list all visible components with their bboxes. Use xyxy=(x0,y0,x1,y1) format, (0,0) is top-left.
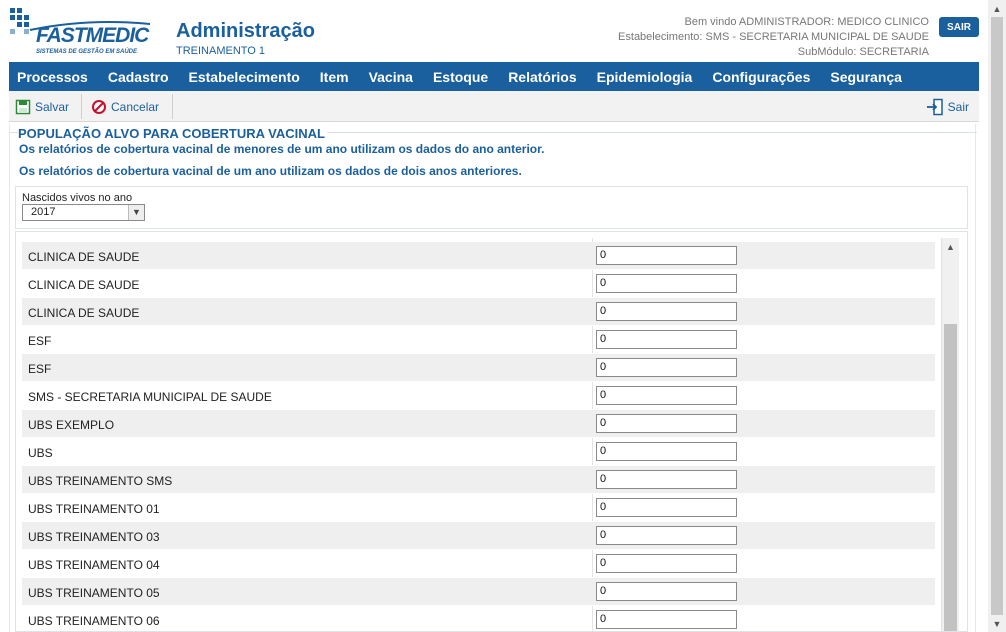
population-input[interactable]: 0 xyxy=(596,526,737,545)
table-row: UBS EXEMPLO 0 xyxy=(22,410,935,438)
year-select-value: 2017 xyxy=(31,206,56,218)
info-text-one-year: Os relatórios de cobertura vacinal de um… xyxy=(19,164,522,178)
population-input[interactable]: 0 xyxy=(596,358,737,377)
establishment-grid: CLINICA DE SAUDE 0 CLINICA DE SAUDE 0 CLINIC… xyxy=(22,238,935,631)
menu-item-1[interactable]: Cadastro xyxy=(108,69,169,85)
population-input[interactable]: 0 xyxy=(596,470,737,489)
menu-item-5[interactable]: Estoque xyxy=(433,69,488,85)
establishment-name: CLINICA DE SAUDE xyxy=(28,250,140,264)
menu-item-8[interactable]: Configurações xyxy=(712,69,810,85)
exit-door-icon xyxy=(926,98,943,115)
save-button[interactable]: Salvar xyxy=(15,95,69,118)
population-input[interactable]: 0 xyxy=(596,498,737,517)
establishment-name: UBS xyxy=(28,446,53,460)
grid-scrollbar[interactable]: ▲ xyxy=(941,238,959,631)
exit-button[interactable]: Sair xyxy=(926,95,969,118)
establishment-name: UBS TREINAMENTO 04 xyxy=(28,558,160,572)
menu-item-9[interactable]: Segurança xyxy=(830,69,902,85)
cancel-label: Cancelar xyxy=(111,99,160,114)
table-row: UBS TREINAMENTO SMS 0 xyxy=(22,466,935,494)
page-scrollbar[interactable]: ▲ ▼ xyxy=(988,0,1006,632)
population-input[interactable]: 0 xyxy=(596,274,737,293)
year-filter-label: Nascidos vivos no ano xyxy=(22,192,133,204)
table-row: UBS TREINAMENTO 01 0 xyxy=(22,494,935,522)
establishment-name: UBS EXEMPLO xyxy=(28,418,115,432)
table-row: UBS TREINAMENTO 06 0 xyxy=(22,606,935,631)
toolbar-divider xyxy=(81,94,82,119)
population-input[interactable]: 0 xyxy=(596,330,737,349)
page-scrollbar-thumb[interactable] xyxy=(991,17,1003,615)
save-icon xyxy=(15,99,31,114)
environment-name: TREINAMENTO 1 xyxy=(176,45,266,57)
establishment-name: UBS TREINAMENTO SMS xyxy=(28,474,173,488)
population-input[interactable]: 0 xyxy=(596,302,737,321)
population-input[interactable]: 0 xyxy=(596,610,737,629)
fastmedic-logo: FASTMEDIC SISTEMAS DE GESTÃO EM SAÚDE xyxy=(8,4,158,60)
grid-scrollbar-thumb[interactable] xyxy=(944,324,957,631)
toolbar-divider xyxy=(172,94,173,119)
menu-item-0[interactable]: Processos xyxy=(17,69,88,85)
content-panel: POPULAÇÃO ALVO PARA COBERTURA VACINAL Os… xyxy=(9,124,977,632)
filter-panel: Nascidos vivos no ano 2017 ▼ xyxy=(15,186,968,229)
info-text-under-one: Os relatórios de cobertura vacinal de me… xyxy=(19,142,545,156)
year-select[interactable]: 2017 ▼ xyxy=(22,204,145,221)
cancel-icon xyxy=(92,99,106,114)
submodule-text: SubMódulo: SECRETARIA xyxy=(797,46,929,58)
establishment-name: UBS TREINAMENTO 05 xyxy=(28,586,160,600)
menu-item-4[interactable]: Vacina xyxy=(369,69,413,85)
toolbar: Salvar Cancelar Sair xyxy=(9,91,979,122)
page: FASTMEDIC SISTEMAS DE GESTÃO EM SAÚDE Ad… xyxy=(0,0,1006,632)
logo-wordmark: FASTMEDIC xyxy=(36,24,149,47)
table-row: ESF 0 xyxy=(22,326,935,354)
population-input[interactable]: 0 xyxy=(596,554,737,573)
chevron-down-icon[interactable]: ▼ xyxy=(128,205,144,220)
table-row: CLINICA DE SAUDE 0 xyxy=(22,298,935,326)
population-input[interactable]: 0 xyxy=(596,414,737,433)
menu-item-2[interactable]: Estabelecimento xyxy=(189,69,300,85)
table-row: ESF 0 xyxy=(22,354,935,382)
establishment-name: CLINICA DE SAUDE xyxy=(28,306,140,320)
header: FASTMEDIC SISTEMAS DE GESTÃO EM SAÚDE Ad… xyxy=(0,0,988,62)
establishment-name: UBS TREINAMENTO 01 xyxy=(28,502,160,516)
save-label: Salvar xyxy=(35,99,70,114)
section-title: POPULAÇÃO ALVO PARA COBERTURA VACINAL xyxy=(18,126,327,141)
table-row: UBS TREINAMENTO 03 0 xyxy=(22,522,935,550)
menu-item-6[interactable]: Relatórios xyxy=(508,69,576,85)
population-input[interactable]: 0 xyxy=(596,246,737,265)
menu-item-7[interactable]: Epidemiologia xyxy=(597,69,693,85)
table-row: UBS 0 xyxy=(22,438,935,466)
scroll-up-arrow-icon[interactable]: ▲ xyxy=(988,0,1006,17)
logo-tagline: SISTEMAS DE GESTÃO EM SAÚDE xyxy=(36,49,138,55)
table-row: CLINICA DE SAUDE 0 xyxy=(22,270,935,298)
welcome-text: Bem vindo ADMINISTRADOR: MEDICO CLINICO xyxy=(684,16,930,28)
population-input[interactable]: 0 xyxy=(596,582,737,601)
establishment-text: Estabelecimento: SMS - SECRETARIA MUNICI… xyxy=(618,31,929,43)
population-input[interactable]: 0 xyxy=(596,386,737,405)
logout-button[interactable]: SAIR xyxy=(939,17,979,37)
establishment-name: SMS - SECRETARIA MUNICIPAL DE SAUDE xyxy=(28,390,272,404)
menu-item-3[interactable]: Item xyxy=(320,69,349,85)
table-row: CLINICA DE SAUDE 0 xyxy=(22,242,935,270)
scroll-up-arrow-icon[interactable]: ▲ xyxy=(942,238,959,255)
table-row: UBS TREINAMENTO 05 0 xyxy=(22,578,935,606)
establishment-name: UBS TREINAMENTO 03 xyxy=(28,530,160,544)
establishment-name: ESF xyxy=(28,334,52,348)
table-row: UBS TREINAMENTO 04 0 xyxy=(22,550,935,578)
establishment-name: ESF xyxy=(28,362,52,376)
table-row: SMS - SECRETARIA MUNICIPAL DE SAUDE 0 xyxy=(22,382,935,410)
establishment-name: CLINICA DE SAUDE xyxy=(28,278,140,292)
cancel-button[interactable]: Cancelar xyxy=(91,95,159,118)
establishment-grid-panel: CLINICA DE SAUDE 0 CLINICA DE SAUDE 0 CLINIC… xyxy=(15,231,968,632)
exit-label: Sair xyxy=(947,99,969,114)
population-input[interactable]: 0 xyxy=(596,442,737,461)
establishment-name: UBS TREINAMENTO 06 xyxy=(28,614,160,628)
page-title: Administração xyxy=(176,20,315,42)
scroll-down-arrow-icon[interactable]: ▼ xyxy=(988,615,1006,632)
main-menu: Processos Cadastro Estabelecimento Item Vaci… xyxy=(9,62,979,91)
